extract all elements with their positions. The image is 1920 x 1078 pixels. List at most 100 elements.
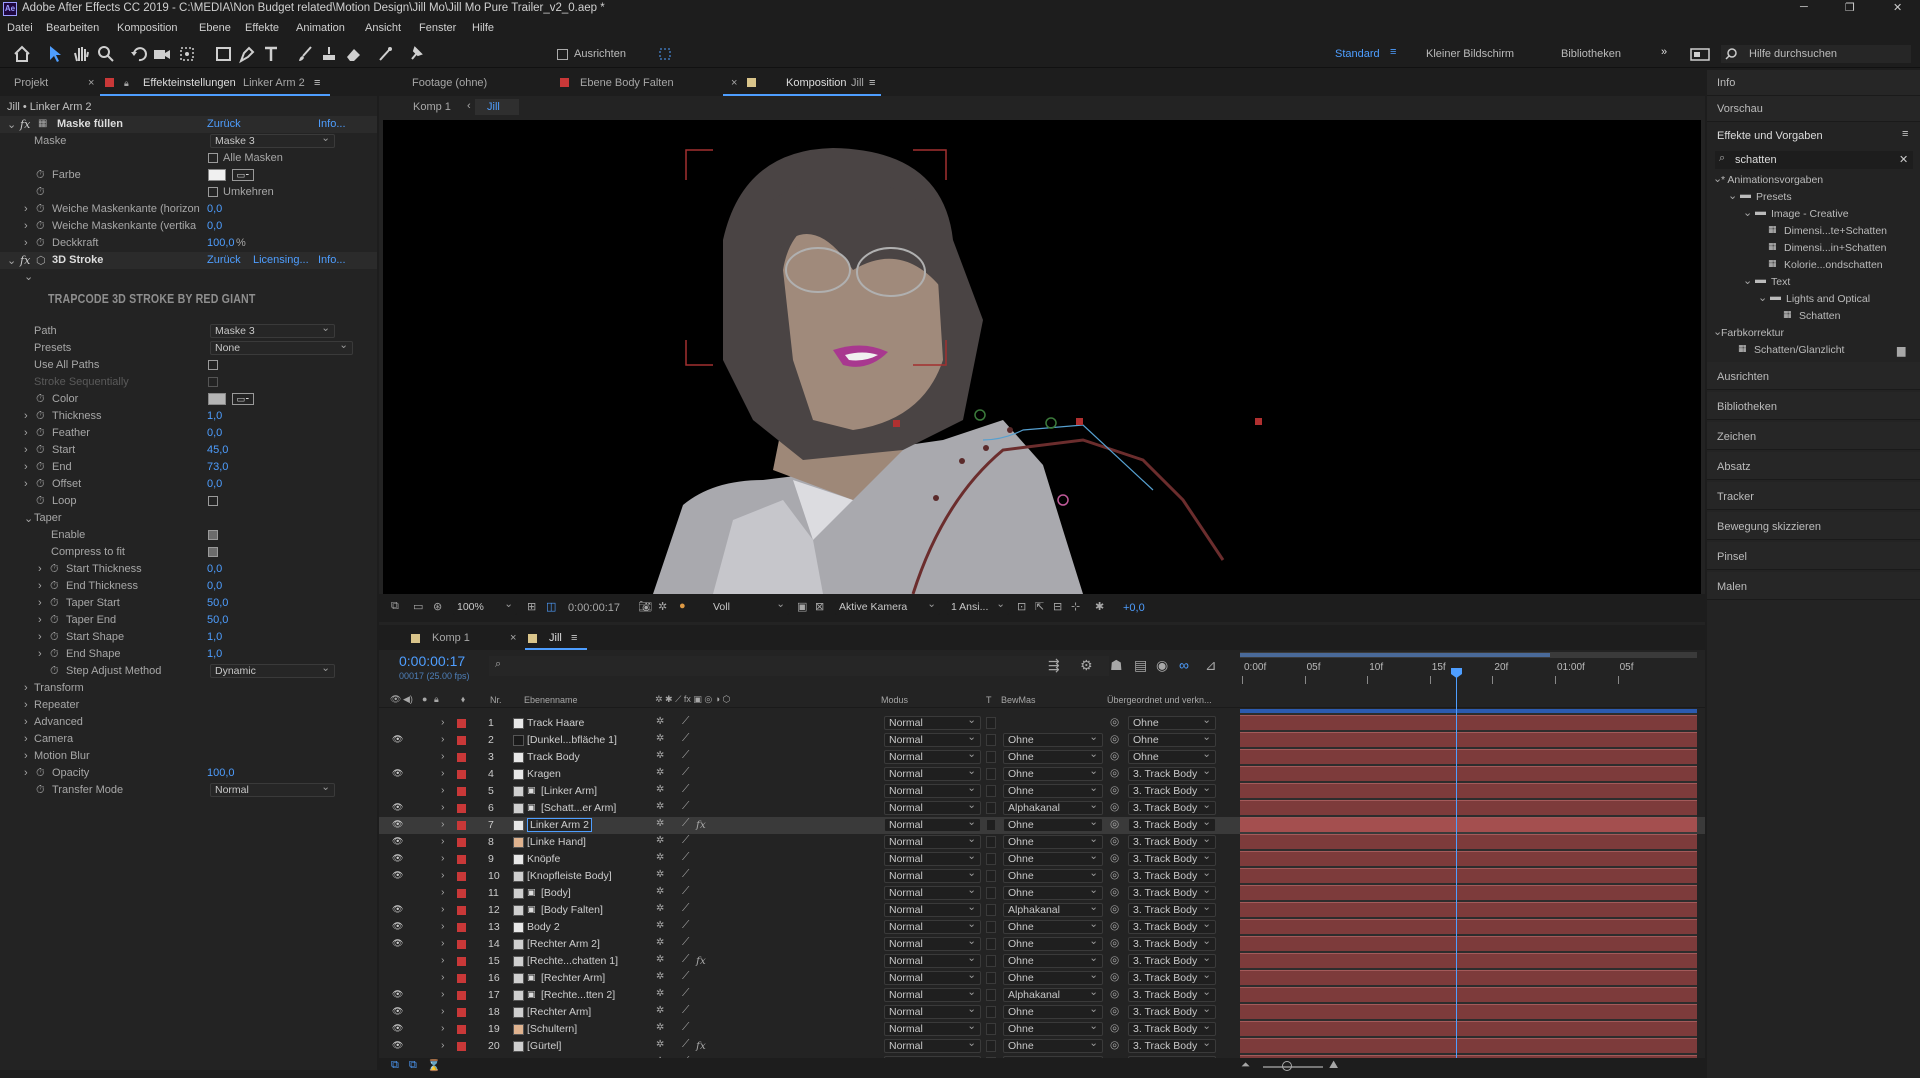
mode-dropdown[interactable]: Normal <box>884 833 981 849</box>
menu-effects[interactable]: Effekte <box>245 22 279 34</box>
expand-icon[interactable]: › <box>441 852 445 864</box>
eraser-tool-icon[interactable] <box>344 44 362 64</box>
label-color[interactable] <box>457 855 466 864</box>
frame-blending-icon[interactable]: ▤ <box>1134 657 1147 674</box>
shy-switch-icon[interactable]: ✲ <box>656 784 664 795</box>
layer-name[interactable]: [Dunkel...bfläche 1] <box>527 734 617 746</box>
layer-name[interactable]: [Linker Arm] <box>541 785 597 797</box>
workspace-libraries[interactable]: Bibliotheken <box>1561 48 1621 60</box>
fx-icon[interactable]: fx <box>20 118 30 131</box>
monitor-icon[interactable]: ▭ <box>413 600 423 613</box>
mode-dropdown[interactable]: Normal <box>884 952 981 968</box>
tree-item-folder[interactable]: ⌄ ▬ Image - Creative <box>1707 206 1920 222</box>
tab-footage[interactable]: Footage (ohne) <box>412 70 487 96</box>
expand-icon[interactable]: › <box>441 818 445 830</box>
parent-dropdown[interactable]: 3. Track Body <box>1128 1003 1216 1019</box>
mode-dropdown[interactable]: Normal <box>884 986 981 1002</box>
shy-switch-icon[interactable]: ✲ <box>656 920 664 931</box>
track-matte-dropdown[interactable]: Ohne <box>1003 867 1103 883</box>
mode-dropdown[interactable]: Normal <box>884 884 981 900</box>
home-icon[interactable] <box>12 44 32 64</box>
panel-header-7[interactable]: Malen <box>1707 572 1920 600</box>
track-matte-dropdown[interactable]: Alphakanal <box>1003 799 1103 815</box>
expand-icon[interactable]: › <box>441 1005 445 1017</box>
panel-header-5[interactable]: Bewegung skizzieren <box>1707 512 1920 540</box>
stopwatch-icon[interactable]: ⏱ <box>50 648 59 661</box>
workspace-small-screen[interactable]: Kleiner Bildschirm <box>1426 48 1514 60</box>
pan-behind-tool-icon[interactable] <box>178 44 196 64</box>
quality-switch-icon[interactable]: ⟋ <box>682 1038 689 1051</box>
brush-tool-icon[interactable] <box>296 44 314 64</box>
collapse-icon[interactable]: ⌄ <box>1758 291 1767 304</box>
pickwhip-icon[interactable]: ◎ <box>1110 1039 1119 1051</box>
menu-layer[interactable]: Ebene <box>199 22 231 34</box>
panel-menu-icon[interactable]: ≡ <box>1902 128 1908 140</box>
panel-menu-icon[interactable]: ≡ <box>869 70 875 96</box>
current-timecode[interactable]: 0:00:00:17 <box>399 653 465 669</box>
zoom-slider[interactable] <box>1263 1066 1323 1068</box>
label-color[interactable] <box>457 991 466 1000</box>
preserve-transparency-toggle[interactable] <box>986 819 996 831</box>
layer-duration-bar[interactable] <box>1240 817 1697 832</box>
eye-icon[interactable]: 👁︎ <box>392 870 403 881</box>
pickwhip-icon[interactable]: ◎ <box>1110 886 1119 898</box>
preserve-transparency-toggle[interactable] <box>986 989 996 1001</box>
expand-icon[interactable]: › <box>24 237 28 249</box>
shy-switch-icon[interactable]: ✲ <box>656 903 664 914</box>
zoom-slider-handle[interactable] <box>1282 1061 1292 1071</box>
expand-icon[interactable]: › <box>441 971 445 983</box>
track-matte-dropdown[interactable]: Ohne <box>1003 765 1103 781</box>
shy-switch-icon[interactable]: ✲ <box>656 937 664 948</box>
panel-header-6[interactable]: Pinsel <box>1707 542 1920 570</box>
comp-mini-flowchart-icon[interactable]: ⇶ <box>1048 657 1060 674</box>
shy-switch-icon[interactable]: ✲ <box>656 1039 664 1050</box>
panel-menu-icon[interactable]: ≡ <box>314 70 320 96</box>
param-value[interactable]: 0,0 <box>207 580 222 592</box>
quality-switch-icon[interactable]: ⟋ <box>682 783 689 796</box>
preserve-transparency-toggle[interactable] <box>986 1006 996 1018</box>
quality-switch-icon[interactable]: ⟋ <box>682 919 689 932</box>
expand-icon[interactable]: › <box>441 835 445 847</box>
panel-header-3[interactable]: Absatz <box>1707 452 1920 480</box>
pickwhip-icon[interactable]: ◎ <box>1110 852 1119 864</box>
label-color[interactable] <box>457 940 466 949</box>
menu-window[interactable]: Fenster <box>419 22 456 34</box>
quality-switch-icon[interactable]: ⟋ <box>682 817 689 830</box>
layer-name[interactable]: [Knopfleiste Body] <box>527 870 612 882</box>
expand-icon[interactable]: › <box>38 597 42 609</box>
layer-duration-bar[interactable] <box>1240 749 1697 764</box>
expand-icon[interactable]: › <box>38 580 42 592</box>
expand-icon[interactable]: › <box>441 869 445 881</box>
track-matte-dropdown[interactable]: Ohne <box>1003 969 1103 985</box>
eye-icon[interactable]: 👁︎ <box>392 1006 403 1017</box>
mode-dropdown[interactable]: Normal <box>884 782 981 798</box>
timeline-icon[interactable]: ⊟ <box>1053 600 1062 613</box>
expand-icon[interactable]: › <box>38 648 42 660</box>
quality-switch-icon[interactable]: ⟋ <box>682 868 689 881</box>
layer-name[interactable]: [Rechter Arm] <box>541 972 605 984</box>
roi-icon[interactable]: ▣ <box>797 600 807 613</box>
layer-duration-bar[interactable] <box>1240 766 1697 781</box>
views-dropdown[interactable]: 1 Ansi... <box>947 598 1009 615</box>
pickwhip-icon[interactable]: ◎ <box>1110 971 1119 983</box>
expand-icon[interactable]: › <box>441 903 445 915</box>
effects-panel-header[interactable]: Effekte und Vorgaben ≡ <box>1707 122 1920 148</box>
label-color[interactable] <box>457 906 466 915</box>
param-checkbox[interactable] <box>208 360 218 370</box>
preserve-transparency-toggle[interactable] <box>986 768 996 780</box>
parent-dropdown[interactable]: 3. Track Body <box>1128 935 1216 951</box>
invert-checkbox[interactable] <box>208 187 218 197</box>
quality-switch-icon[interactable]: ⟋ <box>682 885 689 898</box>
stopwatch-icon[interactable]: ⏱ <box>50 614 59 627</box>
stopwatch-icon[interactable]: ⏱ <box>36 393 45 406</box>
mode-dropdown[interactable]: Normal <box>884 816 981 832</box>
info-panel-header[interactable]: Info <box>1707 70 1920 96</box>
pickwhip-icon[interactable]: ◎ <box>1110 903 1119 915</box>
reset-button[interactable]: Zurück <box>207 118 241 130</box>
parent-dropdown[interactable]: Ohne <box>1128 748 1216 764</box>
reset-button[interactable]: Zurück <box>207 254 241 266</box>
expand-icon[interactable]: › <box>24 444 28 456</box>
tab-effect-controls-layer[interactable]: Linker Arm 2 <box>243 70 305 96</box>
layer-duration-bar[interactable] <box>1240 1038 1697 1053</box>
flowchart-icon[interactable]: ⊹ <box>1071 600 1080 613</box>
